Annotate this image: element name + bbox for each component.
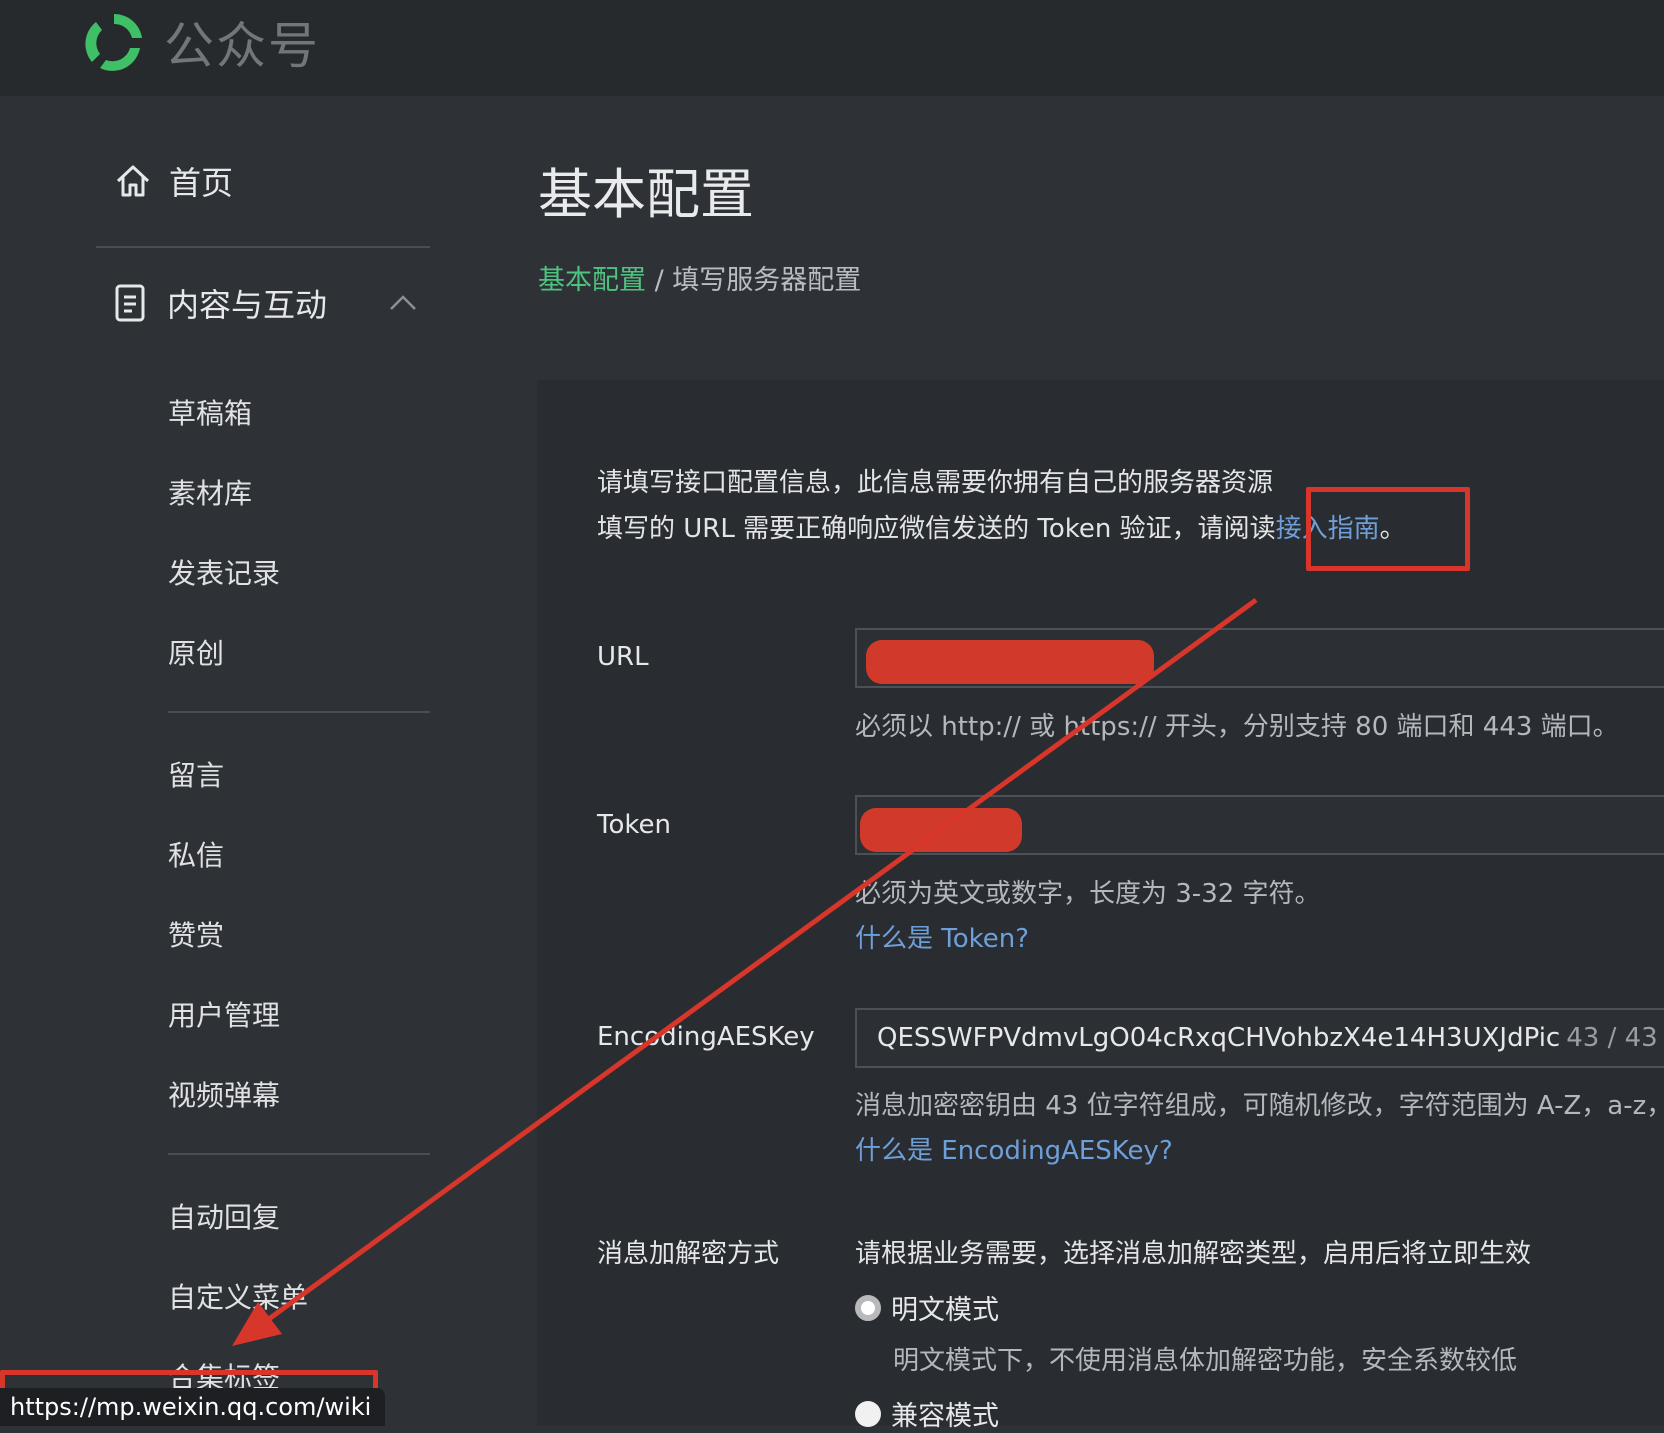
status-bar-url: https://mp.weixin.qq.com/wiki bbox=[0, 1388, 386, 1426]
intro-line-2-text: 填写的 URL 需要正确响应微信发送的 Token 验证，请阅读 bbox=[597, 514, 1276, 544]
sidebar: 首页 内容与互动 草稿箱 素材库 发表记录 原创 留言 私信 赞赏 用户管理 视… bbox=[0, 96, 500, 1426]
breadcrumb-separator: / bbox=[646, 265, 673, 296]
page-title: 基本配置 bbox=[538, 163, 754, 226]
annotation-highlight-box bbox=[1306, 487, 1470, 571]
aes-key-hint: 消息加密密钥由 43 位字符组成，可随机修改，字符范围为 A-Z，a-z，0-9… bbox=[855, 1091, 1664, 1121]
sidebar-item-drafts[interactable]: 草稿箱 bbox=[168, 392, 252, 432]
aes-key-input[interactable]: QESSWFPVdmvLgO04cRxqCHVohbzX4e14H3UXJdPi… bbox=[855, 1008, 1664, 1068]
sidebar-item-reward[interactable]: 赞赏 bbox=[168, 914, 224, 954]
breadcrumb-parent-link[interactable]: 基本配置 bbox=[538, 265, 646, 296]
sidebar-item-auto-reply[interactable]: 自动回复 bbox=[168, 1196, 280, 1236]
divider bbox=[168, 711, 430, 713]
encryption-mode-label: 消息加解密方式 bbox=[597, 1239, 780, 1269]
home-icon bbox=[116, 165, 150, 197]
radio-unchecked-icon[interactable] bbox=[855, 1400, 881, 1427]
breadcrumb-current: 填写服务器配置 bbox=[672, 265, 862, 296]
sidebar-group-label: 内容与互动 bbox=[167, 286, 328, 324]
sidebar-item-home[interactable]: 首页 bbox=[113, 158, 233, 204]
sidebar-item-library[interactable]: 素材库 bbox=[168, 472, 252, 512]
sidebar-item-comments[interactable]: 留言 bbox=[168, 754, 224, 794]
radio-label: 兼容模式 bbox=[891, 1401, 999, 1432]
token-hint: 必须为英文或数字，长度为 3-32 字符。 bbox=[855, 879, 1321, 909]
app-name: 公众号 bbox=[164, 17, 320, 75]
redaction-mark bbox=[866, 640, 1154, 684]
sidebar-group-content[interactable]: 内容与互动 bbox=[113, 280, 418, 326]
document-icon bbox=[115, 284, 145, 322]
sidebar-item-users[interactable]: 用户管理 bbox=[168, 994, 280, 1034]
radio-plaintext-mode[interactable]: 明文模式 bbox=[855, 1288, 999, 1327]
aes-key-char-count: 43 / 43 bbox=[1566, 1023, 1658, 1053]
intro-line-1: 请填写接口配置信息，此信息需要你拥有自己的服务器资源 bbox=[597, 468, 1274, 498]
radio-label: 明文模式 bbox=[891, 1295, 999, 1326]
redaction-mark bbox=[860, 808, 1022, 852]
aes-key-value: QESSWFPVdmvLgO04cRxqCHVohbzX4e14H3UXJdPi… bbox=[877, 1023, 1561, 1053]
top-bar: 公众号 bbox=[0, 0, 1664, 96]
encryption-mode-hint: 请根据业务需要，选择消息加解密类型，启用后将立即生效 bbox=[855, 1239, 1532, 1269]
url-hint: 必须以 http:// 或 https:// 开头，分别支持 80 端口和 44… bbox=[855, 712, 1619, 742]
radio-checked-icon[interactable] bbox=[855, 1294, 881, 1321]
aes-key-help-link[interactable]: 什么是 EncodingAESKey? bbox=[855, 1130, 1173, 1167]
divider bbox=[168, 1153, 430, 1155]
sidebar-item-label: 首页 bbox=[169, 164, 234, 202]
intro-text: 请填写接口配置信息，此信息需要你拥有自己的服务器资源 填写的 URL 需要正确响… bbox=[597, 460, 1406, 552]
sidebar-item-video-danmaku[interactable]: 视频弹幕 bbox=[168, 1074, 280, 1114]
divider bbox=[96, 246, 430, 248]
chevron-up-icon[interactable] bbox=[388, 293, 418, 313]
sidebar-item-messages[interactable]: 私信 bbox=[168, 834, 224, 874]
intro-line-2: 填写的 URL 需要正确响应微信发送的 Token 验证，请阅读接入指南。 bbox=[597, 506, 1406, 552]
radio-compatible-mode[interactable]: 兼容模式 bbox=[855, 1394, 999, 1433]
breadcrumb: 基本配置 / 填写服务器配置 bbox=[538, 258, 861, 297]
plaintext-mode-description: 明文模式下，不使用消息体加解密功能，安全系数较低 bbox=[893, 1346, 1518, 1376]
token-label: Token bbox=[597, 810, 671, 840]
sidebar-item-publish-records[interactable]: 发表记录 bbox=[168, 552, 280, 592]
sidebar-item-custom-menu[interactable]: 自定义菜单 bbox=[168, 1276, 308, 1316]
aes-key-label: EncodingAESKey bbox=[597, 1022, 815, 1052]
url-label: URL bbox=[597, 642, 649, 672]
token-help-link[interactable]: 什么是 Token? bbox=[855, 918, 1029, 955]
sidebar-item-original[interactable]: 原创 bbox=[168, 632, 224, 672]
wechat-mp-logo-icon bbox=[85, 13, 142, 71]
